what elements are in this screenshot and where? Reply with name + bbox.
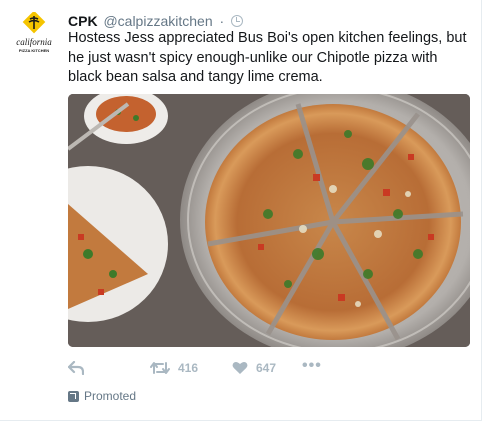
retweet-count: 416 [178,361,199,375]
avatar[interactable]: california PIZZA KITCHEN [11,12,57,58]
retweet-icon [150,362,170,374]
tweet-actions: 416 647 ••• [68,357,322,378]
like-button[interactable]: 647 [232,361,302,375]
user-handle[interactable]: @calpizzakitchen [103,13,212,29]
heart-icon [232,361,248,374]
pizza-photo [68,94,470,347]
promoted-icon [68,390,79,402]
reply-icon [68,361,84,375]
separator: · [219,13,225,29]
clock-icon[interactable] [231,15,244,27]
tweet-photo[interactable] [68,94,470,347]
tweet-header: CPK @calpizzakitchen · [68,12,244,30]
svg-text:PIZZA KITCHEN: PIZZA KITCHEN [19,48,49,53]
promoted-badge[interactable]: Promoted [68,389,136,403]
more-button[interactable]: ••• [302,357,322,375]
cpk-logo: california PIZZA KITCHEN [16,12,52,53]
tweet-card[interactable]: california PIZZA KITCHEN CPK @calpizzaki… [0,0,482,421]
more-icon: ••• [302,357,322,374]
tweet-text: Hostess Jess appreciated Bus Boi's open … [68,30,467,85]
retweet-button[interactable]: 416 [150,361,232,375]
like-count: 647 [256,361,277,375]
display-name[interactable]: CPK [68,13,98,29]
svg-text:california: california [16,37,52,47]
promoted-label: Promoted [84,389,137,403]
reply-button[interactable] [68,361,150,375]
